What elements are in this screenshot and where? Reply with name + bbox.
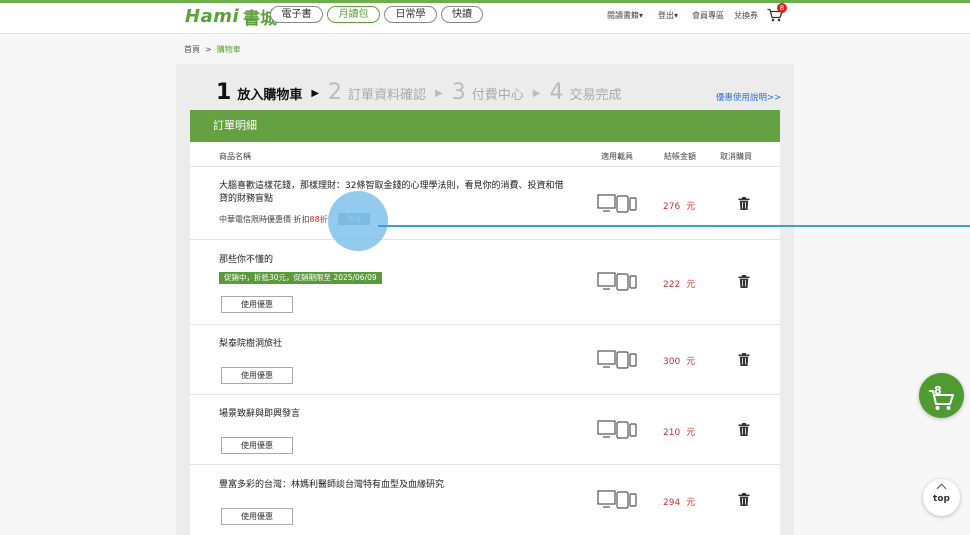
item-price-value: 294: [663, 498, 681, 508]
discount-rate: 88折: [309, 215, 328, 224]
tap-indicator-line: [378, 225, 970, 227]
trash-icon[interactable]: [738, 197, 750, 210]
step-4-label: 交易完成: [569, 88, 622, 103]
step-3: 3 付費中心: [452, 80, 524, 105]
device-icon: [597, 490, 637, 509]
step-arrow-icon: ▶: [311, 88, 320, 99]
use-coupon-button[interactable]: 使用優惠: [221, 508, 293, 525]
row-divider: [190, 394, 780, 395]
promo-tag: 促銷中，折抵30元，促銷期限至 2025/06/09: [219, 272, 382, 284]
item-price: 300 元: [663, 354, 695, 367]
reading-list-menu[interactable]: 閱讀書籍▾: [607, 10, 643, 21]
column-amount: 結帳金額: [664, 152, 696, 161]
item-price-value: 276: [663, 202, 681, 212]
device-icon: [597, 420, 637, 439]
item-title[interactable]: 那些你不懂的: [219, 254, 273, 267]
chevron-up-icon: [936, 483, 947, 494]
nav-daily-learning[interactable]: 日常學: [384, 6, 437, 23]
item-title[interactable]: 梨泰院樹洞旅社: [219, 338, 282, 351]
step-arrow-icon: ▶: [532, 88, 541, 99]
row-divider: [190, 324, 780, 325]
row-divider: [190, 239, 780, 240]
trash-icon[interactable]: [738, 423, 750, 436]
floating-cart-count: 8: [934, 384, 942, 397]
currency-unit: 元: [686, 428, 696, 438]
logout-label: 登出: [658, 11, 674, 20]
device-icon: [597, 272, 637, 291]
chevron-down-icon: ▾: [674, 11, 679, 20]
nav-ebook[interactable]: 電子書: [270, 6, 323, 23]
chevron-down-icon: ▾: [639, 11, 644, 20]
redeem-link[interactable]: 兌換券: [734, 10, 758, 21]
column-device: 適用載具: [601, 152, 633, 161]
nav-quick-read[interactable]: 快讀: [441, 6, 483, 23]
column-cancel: 取消購買: [720, 152, 752, 161]
logout-menu[interactable]: 登出▾: [658, 10, 678, 21]
item-title[interactable]: 大腦喜歡這樣花錢，那樣理財：32條智取金錢的心理學法則，看見你的消費、投資和借貸…: [219, 180, 569, 206]
logo-hami-text: Hami: [185, 5, 240, 27]
breadcrumb-separator: >: [205, 45, 212, 54]
item-discount-note: 中華電信限時優惠價 折扣88折: [219, 214, 328, 225]
item-title[interactable]: 豐富多彩的台灣：林媽利醫師談台灣特有血型及血緣研究: [219, 479, 444, 492]
breadcrumb: 首頁 > 購物車: [184, 44, 241, 55]
top-bar: [0, 0, 970, 34]
item-price: 210 元: [663, 425, 695, 438]
currency-unit: 元: [686, 202, 696, 212]
use-coupon-button[interactable]: 使用優惠: [221, 367, 293, 384]
back-to-top-label: top: [933, 494, 950, 504]
step-3-label: 付費中心: [471, 88, 524, 103]
item-price-value: 300: [663, 357, 681, 367]
trash-icon[interactable]: [738, 493, 750, 506]
use-coupon-button[interactable]: 使用優惠: [221, 437, 293, 454]
reading-list-label: 閱讀書籍: [607, 11, 639, 20]
use-coupon-button[interactable]: 使用優惠: [221, 296, 293, 313]
item-title[interactable]: 場景致辭與即興發言: [219, 408, 300, 421]
trash-icon[interactable]: [738, 275, 750, 288]
item-price: 222 元: [663, 277, 695, 290]
item-price-value: 222: [663, 280, 681, 290]
coupon-help-link[interactable]: 優惠使用說明>>: [716, 91, 781, 103]
step-arrow-icon: ▶: [435, 88, 443, 99]
item-price: 294 元: [663, 495, 695, 508]
row-divider: [190, 166, 780, 167]
cart-count-badge: 8: [777, 3, 787, 13]
step-4: 4 交易完成: [549, 80, 621, 105]
member-zone-link[interactable]: 會員專區: [692, 10, 724, 21]
order-details-card: [190, 110, 780, 535]
device-icon: [597, 350, 637, 369]
step-2: 2 訂單資料確認: [328, 80, 426, 105]
cart-icon: [929, 390, 954, 410]
breadcrumb-home[interactable]: 首頁: [184, 45, 200, 54]
item-price: 276 元: [663, 199, 695, 212]
step-1: 1 放入購物車: [216, 80, 302, 105]
trash-icon[interactable]: [738, 353, 750, 366]
checkout-steps: 1 放入購物車 ▶ 2 訂單資料確認 ▶ 3 付費中心 ▶ 4 交易完成: [216, 80, 621, 105]
currency-unit: 元: [686, 357, 696, 367]
back-to-top-button[interactable]: top: [923, 479, 960, 516]
item-price-value: 210: [663, 428, 681, 438]
hami-logo[interactable]: Hami 書城: [185, 3, 277, 29]
nav-monthly-pack[interactable]: 月讀包: [327, 6, 380, 23]
order-details-title: 訂單明細: [190, 110, 780, 142]
tap-indicator: [328, 191, 388, 251]
currency-unit: 元: [686, 280, 696, 290]
step-1-number: 1: [216, 80, 232, 105]
currency-unit: 元: [686, 498, 696, 508]
discount-note-label: 中華電信限時優惠價 折扣: [219, 215, 310, 224]
step-2-label: 訂單資料確認: [348, 88, 427, 103]
step-1-label: 放入購物車: [237, 88, 303, 103]
step-4-number: 4: [549, 80, 564, 105]
device-icon: [597, 194, 637, 213]
breadcrumb-current: 購物車: [216, 45, 241, 54]
column-product-name: 商品名稱: [219, 152, 251, 161]
step-3-number: 3: [451, 80, 466, 105]
row-divider: [190, 464, 780, 465]
step-2-number: 2: [328, 80, 343, 105]
